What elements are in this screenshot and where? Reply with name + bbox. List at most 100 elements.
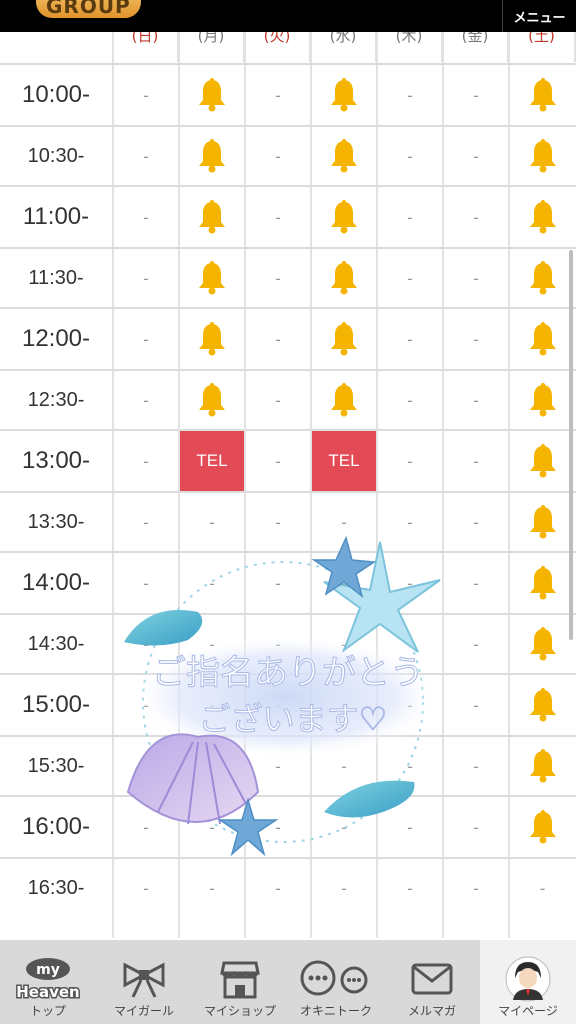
- time-label: 15:00-: [21, 691, 91, 718]
- nav-top[interactable]: my Heaven トップ: [0, 940, 96, 1024]
- unavailable-dash: -: [473, 207, 479, 227]
- nav-my-girl[interactable]: マイガール: [96, 940, 192, 1024]
- time-label: 15:30-: [27, 754, 85, 777]
- unavailable-dash: -: [473, 512, 479, 532]
- bell-icon[interactable]: [510, 675, 575, 735]
- unavailable-dash: -: [275, 451, 281, 471]
- time-label: 16:30-: [27, 876, 85, 899]
- unavailable-dash: -: [473, 878, 479, 898]
- unavailable-dash: -: [473, 268, 479, 288]
- bell-icon[interactable]: [180, 127, 244, 185]
- group-logo[interactable]: GROUP: [36, 0, 141, 18]
- bell-icon[interactable]: [510, 737, 575, 795]
- time-label: 11:00-: [22, 203, 90, 230]
- nav-label-mail-magazine: メルマガ: [407, 1004, 456, 1018]
- bell-icon[interactable]: [510, 371, 575, 429]
- logo-text: GROUP: [46, 0, 131, 18]
- unavailable-dash: -: [143, 878, 149, 898]
- nav-my-shop[interactable]: マイショップ: [192, 940, 288, 1024]
- unavailable-dash: -: [275, 207, 281, 227]
- unavailable-dash: -: [407, 390, 413, 410]
- scrollbar[interactable]: [569, 250, 573, 640]
- nav-label-my-shop: マイショップ: [203, 1004, 276, 1018]
- day-header: (日): [113, 32, 179, 62]
- nav-okini-talk[interactable]: オキニトーク: [288, 940, 384, 1024]
- time-label: 13:00-: [21, 447, 91, 474]
- unavailable-dash: -: [143, 268, 149, 288]
- bell-icon[interactable]: [312, 309, 376, 369]
- unavailable-dash: -: [539, 878, 546, 898]
- unavailable-dash: -: [143, 329, 149, 349]
- bell-icon[interactable]: [510, 309, 575, 369]
- scallop-shell: [126, 733, 260, 825]
- nav-label-okini-talk: オキニトーク: [299, 1004, 372, 1018]
- time-label: 14:30-: [27, 632, 85, 655]
- bell-icon[interactable]: [312, 187, 376, 247]
- schedule-table: (日) (月) (火) (水) (木) (金) (土) 10:00- - - - - 10:30- - - -…: [0, 32, 576, 940]
- chat-bubbles-icon: [298, 954, 374, 1004]
- bell-icon[interactable]: [510, 65, 575, 125]
- nav-label-my-page: マイページ: [498, 1004, 558, 1018]
- bell-icon[interactable]: [510, 127, 575, 185]
- bottom-nav: my Heaven トップ マイガール マイショップ オキニトーク メルマガ マ…: [0, 940, 576, 1024]
- mail-icon: [411, 954, 453, 1004]
- nav-my-page[interactable]: マイページ: [480, 940, 576, 1024]
- conch-shell-right: [324, 780, 415, 818]
- time-label: 10:00-: [21, 81, 91, 108]
- unavailable-dash: -: [143, 451, 149, 471]
- bell-icon[interactable]: [180, 371, 244, 429]
- bell-icon[interactable]: [180, 65, 244, 125]
- unavailable-dash: -: [143, 146, 149, 166]
- time-label: 11:30-: [28, 266, 84, 289]
- unavailable-dash: -: [275, 268, 281, 288]
- bell-icon[interactable]: [312, 249, 376, 307]
- nav-mail-magazine[interactable]: メルマガ: [384, 940, 480, 1024]
- unavailable-dash: -: [143, 390, 149, 410]
- tel-button[interactable]: TEL: [180, 431, 244, 491]
- time-label: 13:30-: [27, 510, 85, 533]
- tel-button[interactable]: TEL: [312, 431, 376, 491]
- day-header: (木): [377, 32, 443, 62]
- bell-icon[interactable]: [312, 127, 376, 185]
- bell-icon[interactable]: [510, 249, 575, 307]
- bell-icon[interactable]: [312, 371, 376, 429]
- logo-my: my: [36, 962, 60, 978]
- day-header: (火): [245, 32, 311, 62]
- unavailable-dash: -: [407, 85, 413, 105]
- unavailable-dash: -: [473, 573, 479, 593]
- bell-icon[interactable]: [180, 309, 244, 369]
- bell-icon[interactable]: [510, 797, 575, 857]
- menu-button[interactable]: メニュー: [502, 0, 576, 32]
- unavailable-dash: -: [275, 85, 281, 105]
- unavailable-dash: -: [407, 268, 413, 288]
- unavailable-dash: -: [473, 390, 479, 410]
- overlay-line1: ご指名ありがとう: [152, 653, 424, 693]
- bell-icon[interactable]: [510, 553, 575, 613]
- day-header: (水): [311, 32, 377, 62]
- bell-icon[interactable]: [510, 493, 575, 551]
- unavailable-dash: -: [209, 878, 215, 898]
- nav-label-my-girl: マイガール: [113, 1004, 174, 1018]
- unavailable-dash: -: [473, 451, 479, 471]
- time-label: 12:00-: [21, 325, 91, 352]
- bell-icon[interactable]: [510, 187, 575, 247]
- bell-icon[interactable]: [312, 65, 376, 125]
- thank-you-overlay: ご指名ありがとう ございます♡: [124, 535, 441, 857]
- unavailable-dash: -: [143, 85, 149, 105]
- unavailable-dash: -: [143, 207, 149, 227]
- bell-icon[interactable]: [180, 249, 244, 307]
- unavailable-dash: -: [407, 451, 413, 471]
- unavailable-dash: -: [473, 85, 479, 105]
- shop-icon: [220, 954, 260, 1004]
- bell-icon[interactable]: [510, 431, 575, 491]
- time-label: 10:30-: [27, 144, 85, 167]
- unavailable-dash: -: [473, 817, 479, 837]
- unavailable-dash: -: [275, 146, 281, 166]
- unavailable-dash: -: [407, 878, 413, 898]
- bell-icon[interactable]: [510, 615, 575, 673]
- ribbon-icon: [121, 954, 167, 1004]
- time-label: 14:00-: [21, 569, 91, 596]
- day-header: (月): [179, 32, 245, 62]
- bell-icon[interactable]: [180, 187, 244, 247]
- unavailable-dash: -: [275, 329, 281, 349]
